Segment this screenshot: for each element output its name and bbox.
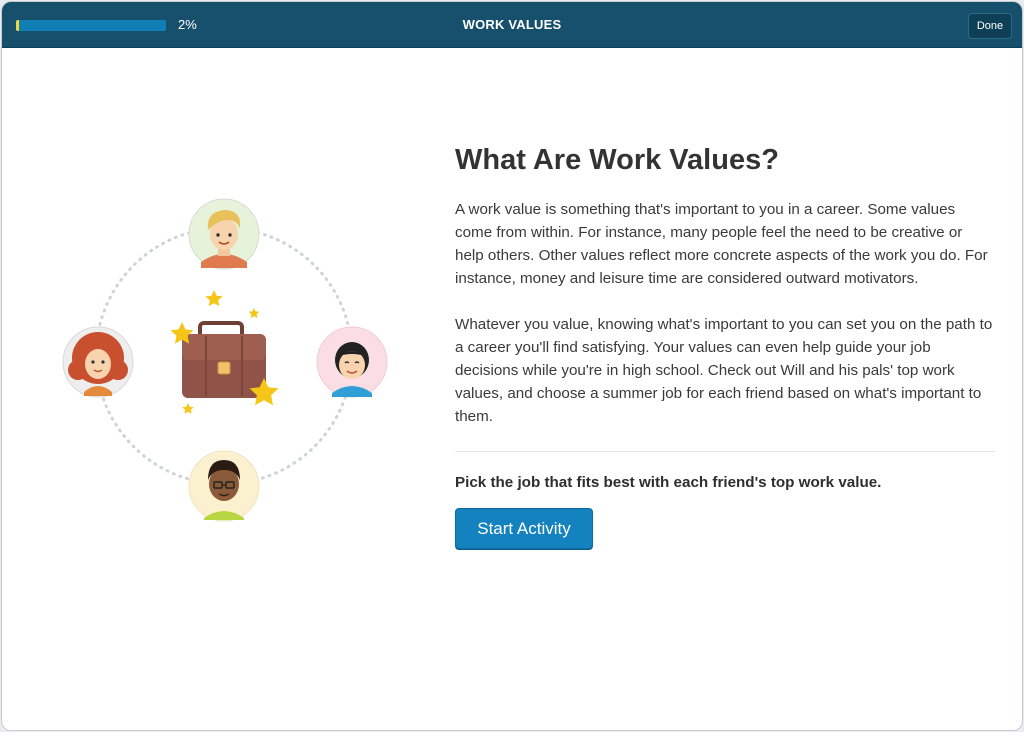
boy-with-glasses-avatar: [188, 450, 260, 522]
dark-hair-girl-avatar: [316, 326, 388, 398]
done-button[interactable]: Done: [968, 13, 1012, 39]
page-title: WORK VALUES: [462, 17, 562, 32]
curly-red-hair-girl-avatar: [62, 326, 134, 398]
briefcase-icon: [182, 321, 266, 398]
app-window: 2% WORK VALUES Done What Are Work Values…: [1, 1, 1023, 731]
blond-boy-avatar: [188, 198, 260, 270]
intro-paragraph: A work value is something that's importa…: [455, 201, 988, 287]
top-bar: 2% WORK VALUES Done: [2, 2, 1022, 48]
activity-instruction: Pick the job that fits best with each fr…: [455, 474, 882, 491]
divider: [455, 451, 995, 452]
page-heading: What Are Work Values?: [455, 144, 779, 176]
work-values-illustration: [62, 198, 388, 522]
start-activity-button[interactable]: Start Activity: [455, 508, 593, 549]
main-content: What Are Work Values? A work value is so…: [455, 142, 995, 549]
value-paragraph: Whatever you value, knowing what's impor…: [455, 316, 993, 425]
